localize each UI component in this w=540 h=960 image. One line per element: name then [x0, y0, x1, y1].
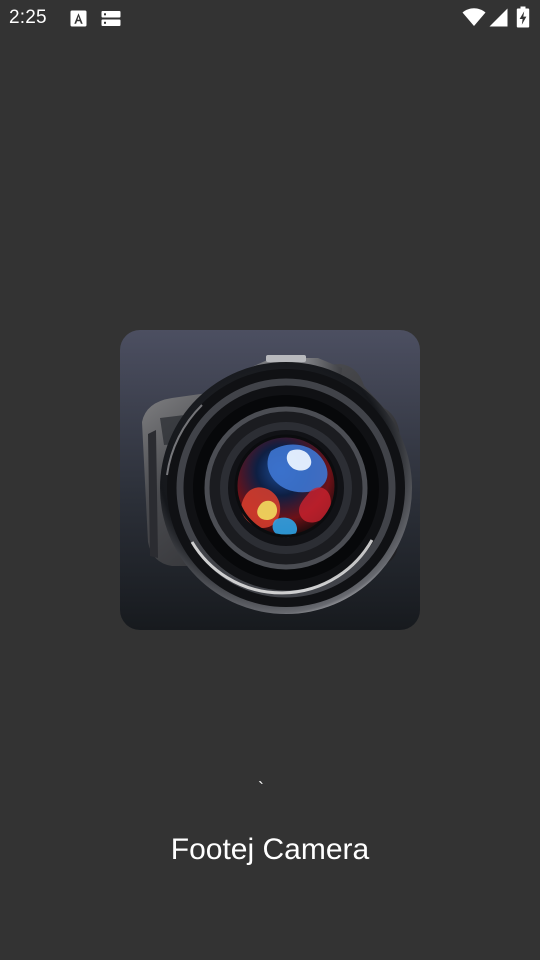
storage-notification-icon — [101, 11, 121, 26]
status-time: 2:25 — [9, 7, 47, 28]
camera-lens-icon — [120, 330, 420, 630]
camera-illustration — [120, 330, 420, 630]
cellular-signal-icon — [489, 8, 508, 27]
text-notification-icon — [70, 10, 87, 27]
app-name: Footej Camera — [170, 833, 370, 866]
status-bar: 2:25 — [0, 0, 540, 36]
wifi-icon — [462, 8, 486, 26]
battery-charging-icon — [516, 6, 530, 28]
splash-screen: 2:25 ` Footej Camera — [0, 0, 540, 960]
loading-indicator: ` — [258, 779, 264, 799]
